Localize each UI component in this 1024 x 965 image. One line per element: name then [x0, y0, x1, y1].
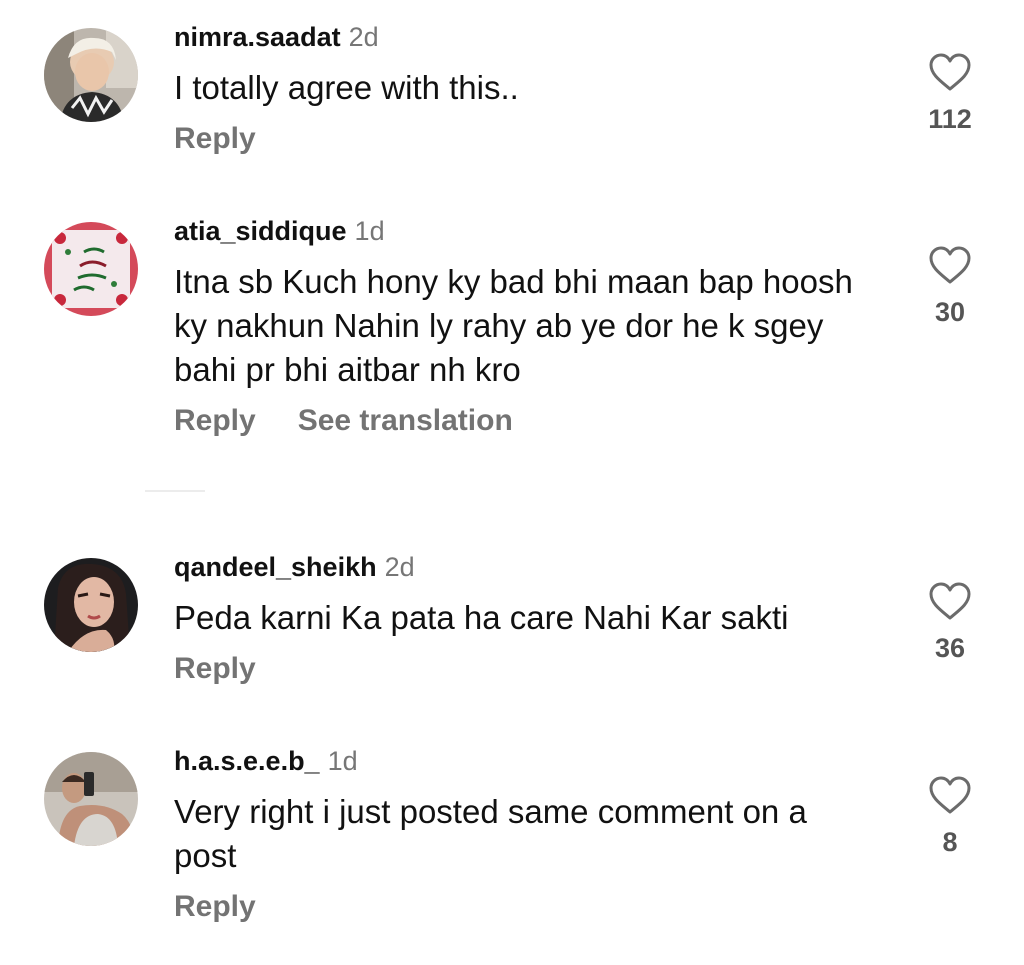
- heart-outline-icon[interactable]: [928, 775, 972, 815]
- comment-time: 2d: [384, 552, 415, 582]
- see-translation-button[interactable]: See translation: [298, 404, 513, 437]
- heart-outline-icon[interactable]: [928, 52, 972, 92]
- comment-actions: Reply: [174, 652, 256, 686]
- username[interactable]: atia_siddique: [174, 216, 347, 246]
- avatar[interactable]: [44, 222, 138, 316]
- divider: [145, 490, 205, 492]
- comment-text: Very right i just posted same comment on…: [174, 793, 807, 874]
- like-button[interactable]: 36: [918, 581, 982, 663]
- reply-button[interactable]: Reply: [174, 652, 256, 685]
- username[interactable]: qandeel_sheikh: [174, 552, 377, 582]
- comment-header: h.a.s.e.e.b_ 1d: [174, 746, 358, 781]
- comment-text: Itna sb Kuch hony ky bad bhi maan bap ho…: [174, 263, 853, 388]
- username[interactable]: nimra.saadat: [174, 22, 341, 52]
- avatar[interactable]: [44, 752, 138, 846]
- reply-button[interactable]: Reply: [174, 890, 256, 923]
- comment-header: nimra.saadat 2d: [174, 22, 379, 57]
- like-count: 30: [934, 297, 966, 327]
- comment-time: 1d: [354, 216, 385, 246]
- like-button[interactable]: 30: [918, 245, 982, 327]
- reply-button[interactable]: Reply: [174, 122, 256, 155]
- comment-time: 1d: [327, 746, 358, 776]
- like-button[interactable]: 8: [918, 775, 982, 857]
- comment-header: atia_siddique 1d: [174, 216, 385, 251]
- like-count: 8: [942, 827, 958, 857]
- like-button[interactable]: 112: [918, 52, 982, 134]
- like-count: 112: [928, 104, 972, 134]
- heart-outline-icon[interactable]: [928, 581, 972, 621]
- comment-text: I totally agree with this..: [174, 69, 519, 106]
- avatar[interactable]: [44, 558, 138, 652]
- like-count: 36: [934, 633, 966, 663]
- comment-header: qandeel_sheikh 2d: [174, 552, 415, 587]
- avatar[interactable]: [44, 28, 138, 122]
- username[interactable]: h.a.s.e.e.b_: [174, 746, 320, 776]
- comment-actions: Reply: [174, 890, 256, 924]
- comment-actions: Reply See translation: [174, 404, 513, 438]
- comment-actions: Reply: [174, 122, 256, 156]
- reply-button[interactable]: Reply: [174, 404, 256, 437]
- comment-time: 2d: [348, 22, 379, 52]
- comment-text: Peda karni Ka pata ha care Nahi Kar sakt…: [174, 599, 789, 636]
- heart-outline-icon[interactable]: [928, 245, 972, 285]
